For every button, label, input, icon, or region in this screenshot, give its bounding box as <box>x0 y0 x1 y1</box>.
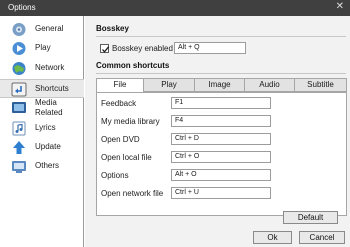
tab-audio[interactable]: Audio <box>245 78 295 92</box>
bosskey-hotkey-input[interactable]: Alt + Q <box>174 42 246 54</box>
ok-button[interactable]: Ok <box>253 231 292 244</box>
sidebar-item-media-related[interactable]: Media Related <box>0 98 84 120</box>
shortcut-label: Feedback <box>101 99 137 108</box>
checkmark-icon <box>102 46 110 53</box>
shortcut-label: Open DVD <box>101 135 140 144</box>
bosskey-heading: Bosskey <box>96 24 129 33</box>
sidebar-item-shortcuts[interactable]: Shortcuts <box>0 79 84 98</box>
sidebar-item-label: Lyrics <box>35 123 56 132</box>
sidebar-item-label: General <box>35 24 64 33</box>
tab-subtitle[interactable]: Subtitle <box>295 78 347 92</box>
title-bar: Options ✕ <box>0 0 350 16</box>
sidebar-item-lyrics[interactable]: Lyrics <box>0 119 84 138</box>
shortcut-input[interactable]: F1 <box>171 97 271 109</box>
globe-icon <box>12 62 26 75</box>
shortcut-label: My media library <box>101 117 160 126</box>
update-icon <box>13 141 25 154</box>
sidebar-item-label: Shortcuts <box>35 84 69 93</box>
sidebar-item-others[interactable]: Others <box>0 157 84 176</box>
sidebar-item-label: Update <box>35 142 61 151</box>
divider <box>96 36 346 37</box>
sidebar-item-label: Play <box>35 43 51 52</box>
sidebar-item-label: Others <box>35 161 60 170</box>
shortcut-label: Open local file <box>101 153 152 162</box>
sidebar-item-play[interactable]: Play <box>0 39 84 58</box>
sidebar: General Play Network Shortcuts Media Rel… <box>0 16 84 247</box>
media-icon <box>12 102 26 113</box>
common-shortcuts-heading: Common shortcuts <box>96 61 170 70</box>
shortcut-label: Options <box>101 171 129 180</box>
tab-file[interactable]: File <box>96 78 144 93</box>
shortcut-tabs: File Play Image Audio Subtitle <box>96 78 347 93</box>
gear-icon <box>12 23 26 36</box>
shortcut-input[interactable]: Ctrl + O <box>171 151 271 163</box>
divider <box>96 73 346 74</box>
tab-play[interactable]: Play <box>144 78 195 92</box>
sidebar-item-label: Media Related <box>35 98 63 117</box>
sidebar-item-network[interactable]: Network <box>0 59 84 78</box>
cancel-button[interactable]: Cancel <box>299 231 345 244</box>
sidebar-item-update[interactable]: Update <box>0 138 84 157</box>
shortcut-input[interactable]: Alt + O <box>171 169 271 181</box>
play-icon <box>12 42 26 55</box>
close-icon[interactable]: ✕ <box>336 1 344 13</box>
tab-image[interactable]: Image <box>195 78 245 92</box>
options-content: Bosskey Bosskey enabled Alt + Q Common s… <box>85 16 350 247</box>
file-shortcuts-panel: Feedback F1 My media library F4 Open DVD… <box>96 92 347 216</box>
sidebar-item-general[interactable]: General <box>0 20 84 39</box>
shortcut-label: Open network file <box>101 189 164 198</box>
shortcut-input[interactable]: Ctrl + D <box>171 133 271 145</box>
shortcut-input[interactable]: Ctrl + U <box>171 187 271 199</box>
shortcut-input[interactable]: F4 <box>171 115 271 127</box>
others-icon <box>12 161 26 173</box>
lyrics-icon <box>12 121 26 136</box>
sidebar-item-label: Network <box>35 63 65 72</box>
shortcut-icon <box>11 82 27 97</box>
bosskey-checkbox[interactable] <box>100 44 110 53</box>
bosskey-checkbox-label[interactable]: Bosskey enabled <box>112 44 173 53</box>
default-button[interactable]: Default <box>283 211 338 224</box>
window-title: Options <box>8 3 36 12</box>
